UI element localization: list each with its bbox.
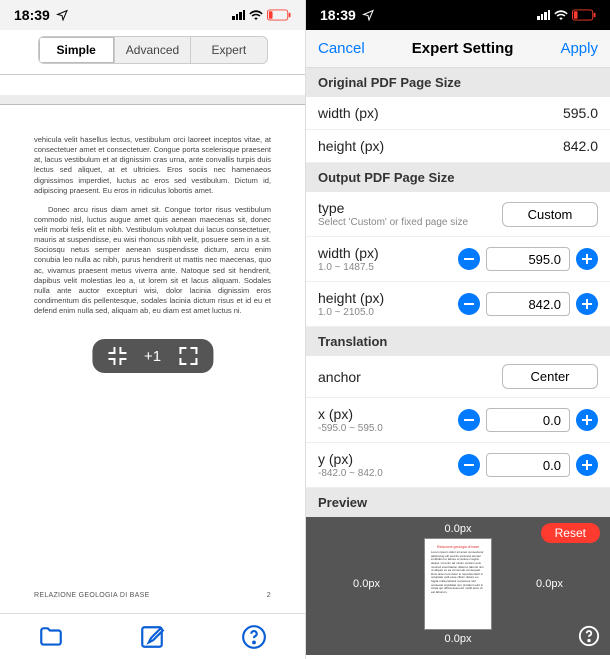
status-time: 18:39 <box>14 7 50 23</box>
row-original-width: width (px) 595.0 <box>306 97 610 130</box>
hint: -842.0 ~ 842.0 <box>318 468 383 479</box>
reset-button[interactable]: Reset <box>541 523 600 543</box>
section-preview: Preview <box>306 488 610 517</box>
row-output-height: height (px) 1.0 ~ 2105.0 <box>306 282 610 327</box>
label: height (px) 1.0 ~ 2105.0 <box>318 290 384 318</box>
minus-button[interactable] <box>458 409 480 431</box>
wifi-icon <box>554 10 568 20</box>
row-output-type: type Select 'Custom' or fixed page size … <box>306 192 610 237</box>
plus-button[interactable] <box>576 454 598 476</box>
plus-button[interactable] <box>576 409 598 431</box>
row-original-height: height (px) 842.0 <box>306 130 610 163</box>
minus-button[interactable] <box>458 454 480 476</box>
help-icon[interactable] <box>241 624 267 650</box>
body-text: Donec arcu risus diam amet sit. Congue t… <box>34 205 271 316</box>
value: 842.0 <box>563 138 598 154</box>
x-input[interactable] <box>486 408 570 432</box>
section-output: Output PDF Page Size <box>306 163 610 192</box>
hint: Select 'Custom' or fixed page size <box>318 217 468 228</box>
anchor-select[interactable]: Center <box>502 364 598 389</box>
signal-icon <box>537 10 550 20</box>
body-text: vehicula velit hasellus lectus, vestibul… <box>34 135 271 196</box>
mode-segmented-control: Simple Advanced Expert <box>0 30 305 75</box>
tab-expert[interactable]: Expert <box>191 37 266 63</box>
right-pane: 18:39 Cancel Expert Setting Apply Origin… <box>305 0 610 659</box>
folder-icon[interactable] <box>38 624 64 650</box>
plus-button[interactable] <box>576 248 598 270</box>
row-output-width: width (px) 1.0 ~ 1487.5 <box>306 237 610 282</box>
location-icon <box>56 9 68 21</box>
section-translation: Translation <box>306 327 610 356</box>
cancel-button[interactable]: Cancel <box>318 40 365 57</box>
footer-page-number: 2 <box>267 592 271 599</box>
label: width (px) <box>318 105 379 121</box>
label: type Select 'Custom' or fixed page size <box>318 200 468 228</box>
section-original: Original PDF Page Size <box>306 68 610 97</box>
label: anchor <box>318 369 361 385</box>
minus-button[interactable] <box>458 248 480 270</box>
value: 595.0 <box>563 105 598 121</box>
preview-page-thumbnail: Relazione geologia di base Lorem ipsum d… <box>425 539 491 629</box>
tab-simple[interactable]: Simple <box>39 37 115 63</box>
apply-button[interactable]: Apply <box>560 40 598 57</box>
hint: -595.0 ~ 595.0 <box>318 423 383 434</box>
hint: 1.0 ~ 2105.0 <box>318 307 384 318</box>
row-anchor: anchor Center <box>306 356 610 398</box>
row-x: x (px) -595.0 ~ 595.0 <box>306 398 610 443</box>
status-bar: 18:39 <box>0 0 305 30</box>
help-icon[interactable] <box>578 625 600 647</box>
width-input[interactable] <box>486 247 570 271</box>
row-y: y (px) -842.0 ~ 842.0 <box>306 443 610 488</box>
footer-title: RELAZIONE GEOLOGIA DI BASE <box>34 592 150 599</box>
label: x (px) -595.0 ~ 595.0 <box>318 406 383 434</box>
label: height (px) <box>318 138 384 154</box>
label: y (px) -842.0 ~ 842.0 <box>318 451 383 479</box>
tab-advanced[interactable]: Advanced <box>115 37 191 63</box>
preview-right-label: 0.0px <box>536 578 563 590</box>
y-input[interactable] <box>486 453 570 477</box>
status-time: 18:39 <box>320 7 356 23</box>
preview-bottom-label: 0.0px <box>445 633 472 645</box>
hint: 1.0 ~ 1487.5 <box>318 262 379 273</box>
preview-left-label: 0.0px <box>353 578 380 590</box>
preview-top-label: 0.0px <box>445 523 472 535</box>
battery-icon <box>267 9 291 21</box>
document-preview[interactable]: vehicula velit hasellus lectus, vestibul… <box>0 75 305 613</box>
nav-bar: Cancel Expert Setting Apply <box>306 30 610 68</box>
toast-text: +1 <box>144 348 161 365</box>
zoom-toast: +1 <box>92 339 213 373</box>
bottom-toolbar <box>0 613 305 659</box>
location-icon <box>362 9 374 21</box>
settings-scroll[interactable]: Original PDF Page Size width (px) 595.0 … <box>306 68 610 659</box>
signal-icon <box>232 10 245 20</box>
battery-icon <box>572 9 596 21</box>
height-input[interactable] <box>486 292 570 316</box>
status-bar: 18:39 <box>306 0 610 30</box>
type-select[interactable]: Custom <box>502 202 598 227</box>
left-pane: 18:39 Simple Advanced Expert vehicula ve… <box>0 0 305 659</box>
preview-box: Reset 0.0px 0.0px Relazione geologia di … <box>306 517 610 655</box>
zoom-in-corners-icon[interactable] <box>108 347 126 365</box>
label: width (px) 1.0 ~ 1487.5 <box>318 245 379 273</box>
zoom-out-corners-icon[interactable] <box>179 347 197 365</box>
nav-title: Expert Setting <box>412 40 514 57</box>
edit-icon[interactable] <box>139 624 165 650</box>
minus-button[interactable] <box>458 293 480 315</box>
wifi-icon <box>249 10 263 20</box>
plus-button[interactable] <box>576 293 598 315</box>
